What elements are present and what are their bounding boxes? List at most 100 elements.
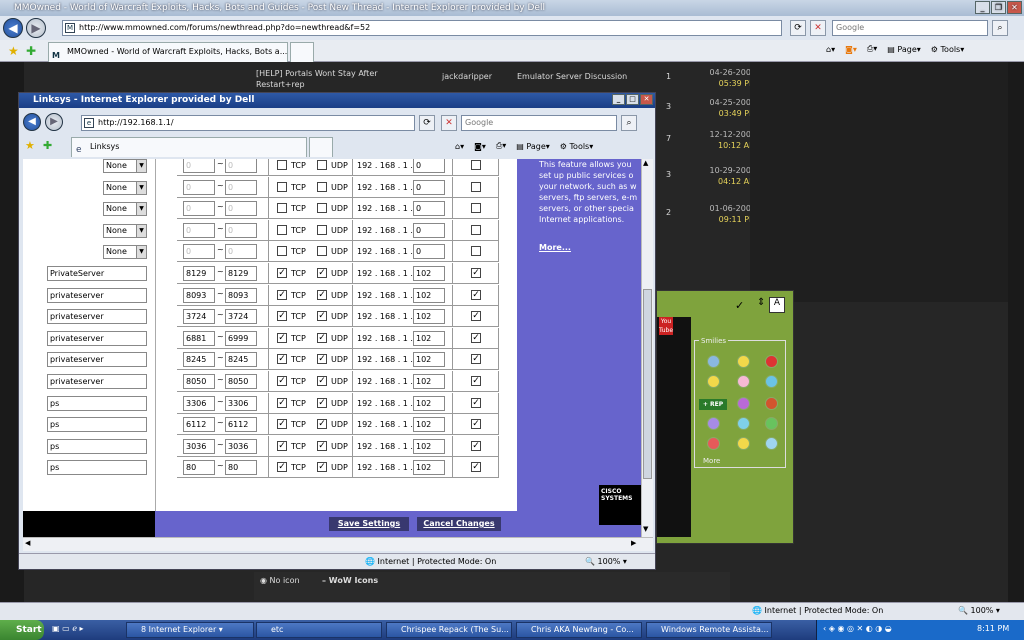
smiley-icon[interactable] — [707, 375, 720, 388]
inner-vertical-scrollbar[interactable]: ▲ ▼ — [641, 159, 653, 537]
smiley-icon[interactable] — [737, 397, 750, 410]
tcp-checkbox[interactable]: ✓ — [277, 311, 287, 322]
application-select[interactable]: None ▼ — [103, 202, 147, 217]
youtube-icon[interactable]: You Tube — [659, 317, 673, 335]
rep-smiley[interactable]: + REP — [699, 399, 727, 410]
application-select[interactable]: None ▼ — [103, 223, 147, 238]
tcp-checkbox[interactable] — [277, 246, 287, 257]
start-port-input[interactable]: 0 — [183, 201, 215, 217]
search-input[interactable]: Google — [832, 20, 988, 36]
ip-last-octet-input[interactable]: 0 — [413, 201, 445, 217]
inner-close-button[interactable]: ✕ — [640, 94, 653, 105]
end-port-input[interactable]: 0 — [225, 159, 257, 173]
inner-address-bar[interactable]: e http://192.168.1.1/ — [81, 115, 415, 131]
inner-favorites-icon[interactable]: ★ — [25, 139, 35, 152]
end-port-input[interactable]: 6999 — [225, 330, 257, 346]
smiley-icon[interactable] — [707, 355, 720, 368]
quick-launch-icons[interactable]: ▣ ▭ ℯ ▸ — [52, 624, 84, 633]
inner-stop-button[interactable]: ✕ — [441, 115, 457, 131]
search-icon[interactable]: ⌕ — [992, 20, 1008, 36]
smiley-icon[interactable] — [765, 375, 778, 388]
tcp-checkbox[interactable] — [277, 181, 287, 192]
outer-zoom[interactable]: 🔍 100% ▾ — [958, 606, 1000, 615]
application-select[interactable]: None ▼ — [103, 159, 147, 173]
application-name-input[interactable]: PrivateServer — [47, 266, 147, 281]
tcp-checkbox[interactable]: ✓ — [277, 462, 287, 473]
smiley-icon[interactable] — [765, 397, 778, 410]
start-port-input[interactable]: 6881 — [183, 330, 215, 346]
start-port-input[interactable]: 0 — [183, 244, 215, 260]
tcp-checkbox[interactable]: ✓ — [277, 376, 287, 386]
enable-checkbox[interactable] — [471, 160, 481, 170]
end-port-input[interactable]: 3036 — [225, 438, 257, 454]
scroll-down-icon[interactable]: ▼ — [643, 525, 648, 533]
taskbar-button-chris[interactable]: Chris AKA Newfang - Co... — [516, 622, 642, 638]
udp-checkbox[interactable]: ✓ — [317, 440, 327, 451]
restore-button[interactable]: ❐ — [991, 1, 1006, 14]
inner-tools-menu[interactable]: ⚙ Tools▾ — [560, 142, 593, 151]
no-icon-radio[interactable]: ◉ No icon — [260, 576, 300, 585]
end-port-input[interactable]: 8050 — [225, 374, 257, 389]
enable-checkbox[interactable] — [471, 203, 481, 214]
inner-forward-button[interactable]: ▶ — [45, 113, 63, 131]
tab-linksys[interactable]: e Linksys — [71, 137, 307, 157]
thread-author[interactable]: jackdaripper — [442, 72, 492, 81]
application-name-input[interactable]: privateserver — [47, 374, 147, 389]
thread-title[interactable]: [HELP] Portals Wont Stay After Restart+r… — [256, 68, 416, 90]
minimize-button[interactable]: _ — [975, 1, 990, 14]
udp-checkbox[interactable]: ✓ — [317, 311, 327, 322]
inner-back-button[interactable]: ◀ — [23, 113, 41, 131]
back-button[interactable]: ◀ — [3, 18, 23, 38]
new-tab-button[interactable] — [290, 42, 314, 62]
scroll-left-icon[interactable]: ◀ — [25, 539, 30, 547]
tab-mmowned[interactable]: M MMOwned - World of Warcraft Exploits, … — [48, 42, 288, 62]
application-name-input[interactable]: ps — [47, 395, 147, 411]
home-icon[interactable]: ⌂▾ — [826, 45, 835, 54]
inner-minimize-button[interactable]: _ — [612, 94, 625, 105]
scroll-right-icon[interactable]: ▶ — [631, 539, 636, 547]
taskbar-button-etc[interactable]: etc — [256, 622, 382, 638]
ip-last-octet-input[interactable]: 0 — [413, 244, 445, 260]
inner-add-favorite-icon[interactable]: ✚ — [43, 139, 52, 152]
application-name-input[interactable]: privateserver — [47, 309, 147, 325]
ip-last-octet-input[interactable]: 102 — [413, 352, 445, 368]
taskbar-button-remote-assistance[interactable]: Windows Remote Assista... — [646, 622, 772, 638]
end-port-input[interactable]: 3724 — [225, 309, 257, 325]
end-port-input[interactable]: 0 — [225, 244, 257, 260]
ip-last-octet-input[interactable]: 102 — [413, 330, 445, 346]
tools-menu[interactable]: ⚙ Tools▾ — [931, 45, 964, 54]
inner-print-icon[interactable]: ⎙▾ — [496, 141, 506, 151]
udp-checkbox[interactable]: ✓ — [317, 354, 327, 365]
ip-last-octet-input[interactable]: 0 — [413, 159, 445, 173]
ip-last-octet-input[interactable]: 102 — [413, 287, 445, 303]
start-port-input[interactable]: 8050 — [183, 374, 215, 389]
forward-button[interactable]: ▶ — [26, 18, 46, 38]
forum-thread-row[interactable]: [HELP] Portals Wont Stay After Restart+r… — [228, 66, 758, 94]
start-port-input[interactable]: 0 — [183, 179, 215, 195]
inner-search-icon[interactable]: ⌕ — [621, 115, 637, 131]
thread-forum[interactable]: Emulator Server Discussion — [517, 72, 627, 81]
smiley-icon[interactable] — [707, 417, 720, 430]
tcp-checkbox[interactable]: ✓ — [277, 289, 287, 300]
start-port-input[interactable]: 8129 — [183, 266, 215, 281]
application-name-input[interactable]: privateserver — [47, 352, 147, 368]
smiley-icon[interactable] — [765, 355, 778, 368]
stop-button[interactable]: ✕ — [810, 20, 826, 36]
scroll-thumb[interactable] — [643, 289, 652, 479]
spellcheck-icon[interactable]: ✓ — [735, 299, 744, 312]
ip-last-octet-input[interactable]: 0 — [413, 222, 445, 238]
tcp-checkbox[interactable]: ✓ — [277, 268, 287, 278]
start-port-input[interactable]: 8245 — [183, 352, 215, 368]
refresh-button[interactable]: ⟳ — [790, 20, 806, 36]
enable-checkbox[interactable]: ✓ — [471, 311, 481, 322]
inner-refresh-button[interactable]: ⟳ — [419, 115, 435, 131]
inner-search-input[interactable]: Google — [461, 115, 617, 131]
application-name-input[interactable]: ps — [47, 438, 147, 454]
tcp-checkbox[interactable]: ✓ — [277, 419, 287, 430]
enable-checkbox[interactable]: ✓ — [471, 268, 481, 278]
smiley-icon[interactable] — [737, 437, 750, 450]
enable-checkbox[interactable]: ✓ — [471, 376, 481, 386]
udp-checkbox[interactable] — [317, 246, 327, 257]
smiley-icon[interactable] — [765, 417, 778, 430]
udp-checkbox[interactable] — [317, 160, 327, 170]
